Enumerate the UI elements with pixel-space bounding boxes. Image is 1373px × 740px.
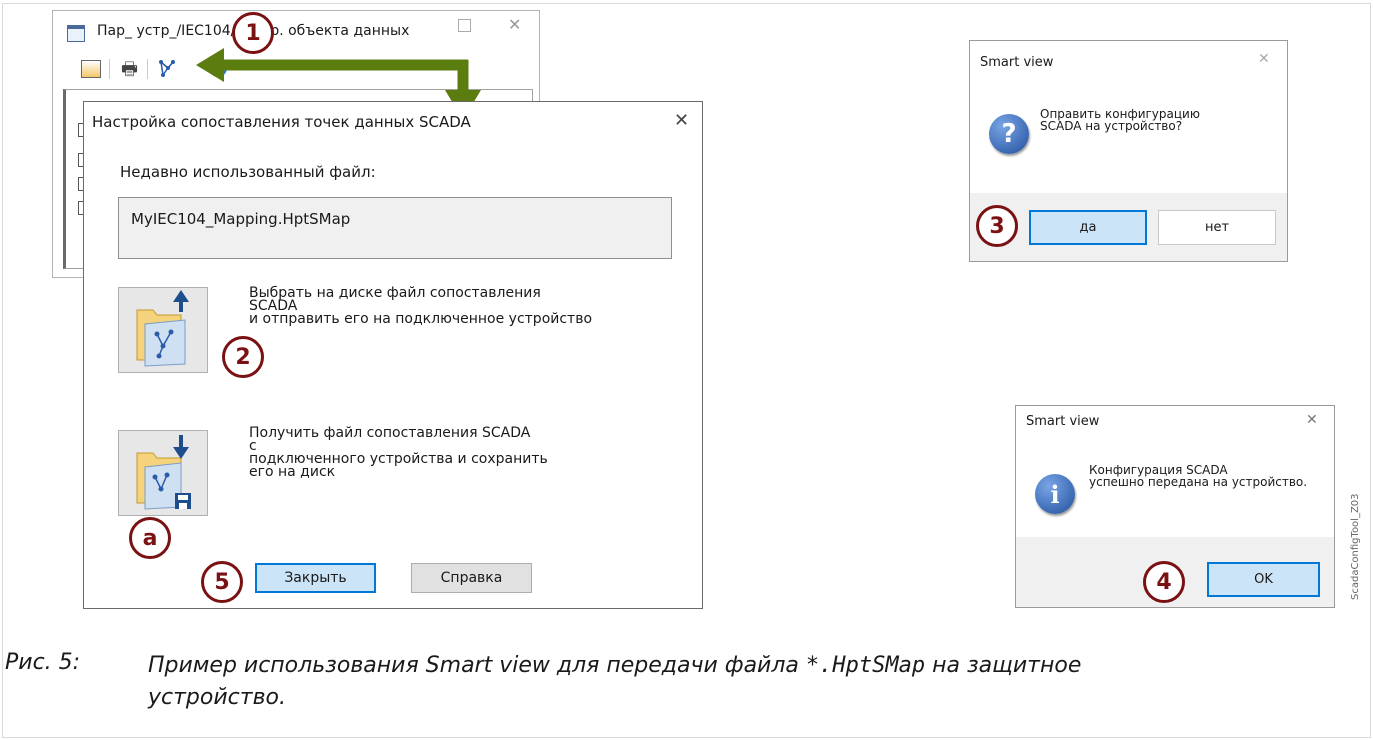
close-icon[interactable]: ✕ <box>1306 412 1318 428</box>
toolbar-divider <box>109 59 110 79</box>
callout-3: 3 <box>976 205 1018 247</box>
scada-mapping-icon[interactable] <box>157 59 179 79</box>
question-icon: ? <box>989 114 1029 154</box>
scada-mapping-dialog: Настройка сопоставления точек данных SCA… <box>83 101 703 609</box>
callout-1: 1 <box>232 12 274 54</box>
callout-a: a <box>129 517 171 559</box>
callout-4: 4 <box>1143 561 1185 603</box>
recent-file-value: MyIEC104_Mapping.HptSMap <box>131 210 351 228</box>
help-button[interactable]: Справка <box>411 563 532 593</box>
dialog-title: Настройка сопоставления точек данных SCA… <box>92 113 471 131</box>
confirm-message: Оправить конфигурацию SCADA на устройств… <box>1040 107 1200 133</box>
close-button[interactable]: Закрыть <box>255 563 376 593</box>
callout-5: 5 <box>201 561 243 603</box>
ok-button[interactable]: OK <box>1207 562 1320 597</box>
folder-download-icon <box>136 435 191 510</box>
folder-upload-icon <box>136 290 189 367</box>
info-dialog-title: Smart view <box>1026 414 1100 429</box>
no-button[interactable]: нет <box>1158 210 1276 245</box>
toolbar-divider <box>147 59 148 79</box>
close-icon[interactable]: ✕ <box>674 110 689 131</box>
edit-icon[interactable] <box>81 60 101 78</box>
confirm-dialog-title: Smart view <box>980 55 1054 70</box>
callout-2: 2 <box>222 336 264 378</box>
print-icon[interactable]: 🖶 <box>121 57 138 87</box>
send-file-button[interactable] <box>118 287 208 373</box>
yes-button[interactable]: да <box>1029 210 1147 245</box>
close-icon[interactable]: ✕ <box>1258 51 1270 67</box>
send-file-text: Выбрать на диске файл сопоставления SCAD… <box>249 285 593 327</box>
close-icon[interactable]: ✕ <box>508 15 521 34</box>
info-icon: i <box>1035 474 1075 514</box>
figure-id-label: ScadaConfigTool_Z03 <box>1350 493 1361 600</box>
recent-file-label: Недавно использованный файл: <box>120 163 376 181</box>
info-message: Конфигурация SCADA успешно передана на у… <box>1089 463 1308 489</box>
recent-file-field[interactable]: MyIEC104_Mapping.HptSMap <box>118 197 672 259</box>
parameter-window-icon <box>67 25 85 42</box>
receive-file-button[interactable] <box>118 430 208 516</box>
receive-file-text: Получить файл сопоставления SCADA с подк… <box>249 425 548 480</box>
figure-caption: Пример использования Smart view для пере… <box>148 653 1082 710</box>
figure-number: Рис. 5: <box>5 650 81 675</box>
maximize-icon[interactable] <box>458 19 471 32</box>
file-mask: *.HptSMap <box>805 653 926 678</box>
